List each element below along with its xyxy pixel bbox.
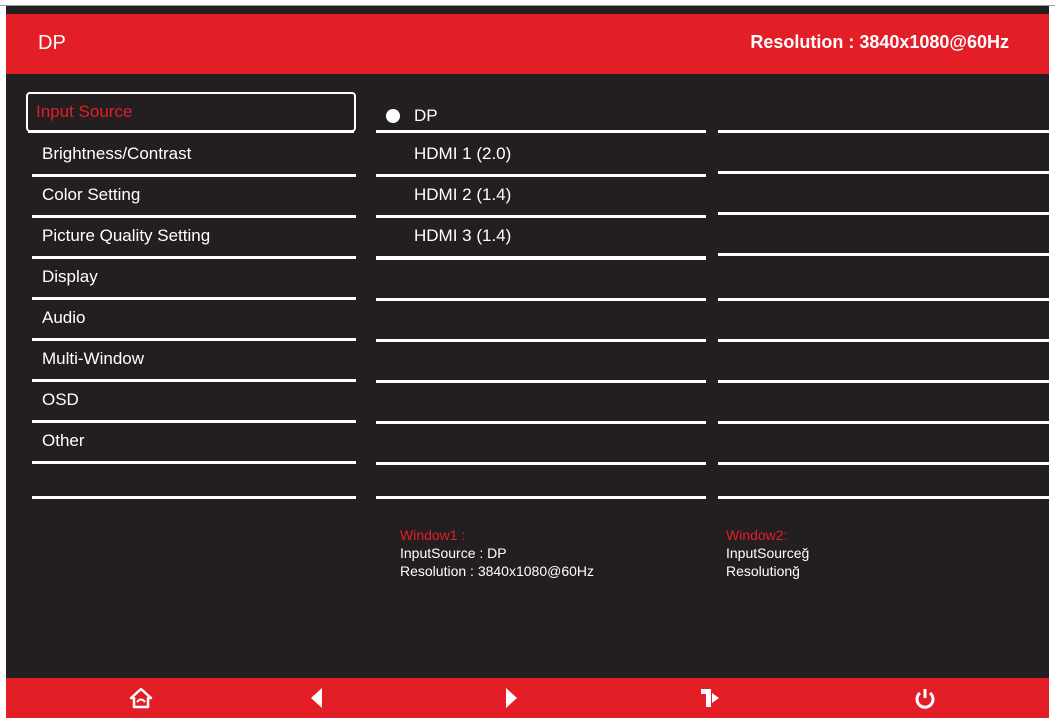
divider bbox=[376, 421, 706, 424]
menu-item-multi-window[interactable]: Multi-Window bbox=[32, 339, 356, 382]
submenu-item-label: HDMI 3 (1.4) bbox=[414, 226, 512, 245]
left-arrow-icon bbox=[311, 688, 322, 708]
menu-item-label: Display bbox=[42, 267, 98, 286]
divider bbox=[376, 462, 706, 465]
submenu-item-hdmi3[interactable]: HDMI 3 (1.4) bbox=[376, 216, 706, 259]
selected-dot-icon bbox=[386, 109, 400, 123]
submenu-item-hdmi2[interactable]: HDMI 2 (1.4) bbox=[376, 175, 706, 218]
footer-nav bbox=[6, 678, 1049, 718]
window1-title: Window1 : bbox=[400, 527, 466, 543]
divider bbox=[376, 298, 706, 301]
menu-item-label: Multi-Window bbox=[42, 349, 145, 368]
left-button[interactable] bbox=[302, 684, 332, 712]
divider bbox=[718, 298, 1049, 301]
window2-input: InputSourceğ bbox=[726, 545, 810, 561]
submenu-item-label: HDMI 1 (2.0) bbox=[414, 144, 512, 163]
current-resolution: Resolution : 3840x1080@60Hz bbox=[750, 32, 1009, 52]
home-button[interactable] bbox=[126, 684, 156, 712]
menu-item-display[interactable]: Display bbox=[32, 257, 356, 300]
menu-item-color-setting[interactable]: Color Setting bbox=[32, 175, 356, 218]
divider bbox=[718, 380, 1049, 383]
menu-item-osd[interactable]: OSD bbox=[32, 380, 356, 423]
window2-info: Window2: InputSourceğ Resolutionğ bbox=[726, 526, 809, 580]
divider bbox=[718, 462, 1049, 465]
divider bbox=[376, 257, 706, 260]
menu-item-label: Brightness/Contrast bbox=[42, 144, 192, 163]
menu-item-other[interactable]: Other bbox=[32, 421, 356, 464]
menu-item-picture-quality[interactable]: Picture Quality Setting bbox=[32, 216, 356, 259]
divider bbox=[718, 212, 1049, 215]
menu-item-label: Audio bbox=[42, 308, 86, 327]
current-source: DP bbox=[38, 32, 66, 54]
divider bbox=[376, 130, 706, 133]
menu-item-input-source[interactable]: Input Source bbox=[26, 92, 356, 133]
menu-item-label: Input Source bbox=[36, 102, 133, 121]
window1-resolution: Resolution : 3840x1080@60Hz bbox=[400, 563, 595, 579]
power-button[interactable] bbox=[910, 684, 940, 712]
menu-item-label: Color Setting bbox=[42, 185, 141, 204]
divider bbox=[718, 421, 1049, 424]
menu-item-label: Other bbox=[42, 431, 85, 450]
menu-item-label: OSD bbox=[42, 390, 79, 409]
window2-title: Window2: bbox=[726, 527, 788, 543]
home-icon bbox=[129, 687, 153, 709]
exit-icon bbox=[701, 689, 719, 707]
window1-info: Window1 : InputSource : DP Resolution : … bbox=[400, 526, 594, 580]
divider bbox=[376, 339, 706, 342]
exit-button[interactable] bbox=[696, 684, 726, 712]
submenu-item-label: HDMI 2 (1.4) bbox=[414, 185, 512, 204]
menu-item-brightness-contrast[interactable]: Brightness/Contrast bbox=[32, 134, 356, 177]
submenu-item-hdmi1[interactable]: HDMI 1 (2.0) bbox=[376, 134, 706, 177]
divider bbox=[718, 339, 1049, 342]
divider bbox=[376, 496, 706, 499]
right-arrow-icon bbox=[506, 688, 517, 708]
window2-resolution: Resolutionğ bbox=[726, 563, 800, 579]
menu-item-label: Picture Quality Setting bbox=[42, 226, 211, 245]
divider bbox=[32, 496, 356, 499]
submenu-item-label: DP bbox=[414, 106, 438, 125]
window1-input: InputSource : DP bbox=[400, 545, 507, 561]
osd-header: DP Resolution : 3840x1080@60Hz bbox=[6, 14, 1049, 74]
divider bbox=[718, 171, 1049, 174]
osd-menu: DP Resolution : 3840x1080@60Hz Input Sou… bbox=[6, 6, 1049, 718]
divider bbox=[718, 496, 1049, 499]
power-icon bbox=[915, 689, 935, 709]
divider bbox=[718, 253, 1049, 256]
menu-item-audio[interactable]: Audio bbox=[32, 298, 356, 341]
right-button[interactable] bbox=[496, 684, 526, 712]
divider bbox=[376, 380, 706, 383]
divider bbox=[718, 130, 1049, 133]
